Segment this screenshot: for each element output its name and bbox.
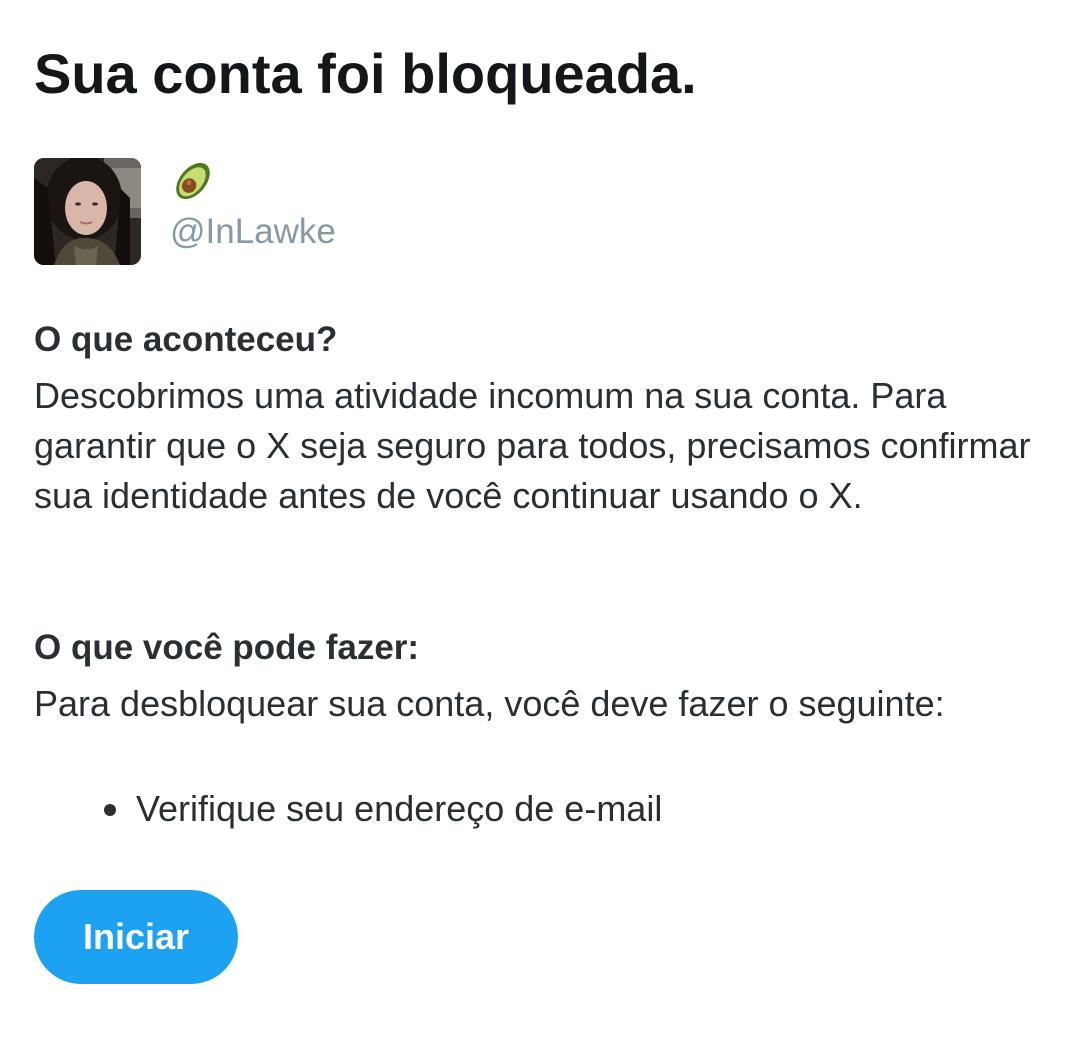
bullet-icon — [104, 804, 116, 816]
page-title: Sua conta foi bloqueada. — [34, 42, 697, 105]
step-label: Verifique seu endereço de e-mail — [136, 788, 663, 829]
what-you-can-do-text: Para desbloquear sua conta, você deve fa… — [34, 683, 945, 724]
avocado-icon — [170, 158, 216, 204]
what-happened-text: Descobrimos uma atividade incomum na sua… — [34, 375, 1031, 516]
avatar-photo — [34, 158, 141, 265]
what-you-can-do-heading: O que você pode fazer: — [34, 628, 420, 667]
account-handle: @InLawke — [170, 212, 336, 251]
account-card: @InLawke — [34, 158, 634, 266]
what-happened-heading: O que aconteceu? — [34, 320, 338, 359]
steps-list: Verifique seu endereço de e-mail — [104, 784, 662, 834]
avatar — [34, 158, 141, 265]
list-item: Verifique seu endereço de e-mail — [104, 784, 662, 834]
start-button[interactable]: Iniciar — [34, 890, 238, 984]
